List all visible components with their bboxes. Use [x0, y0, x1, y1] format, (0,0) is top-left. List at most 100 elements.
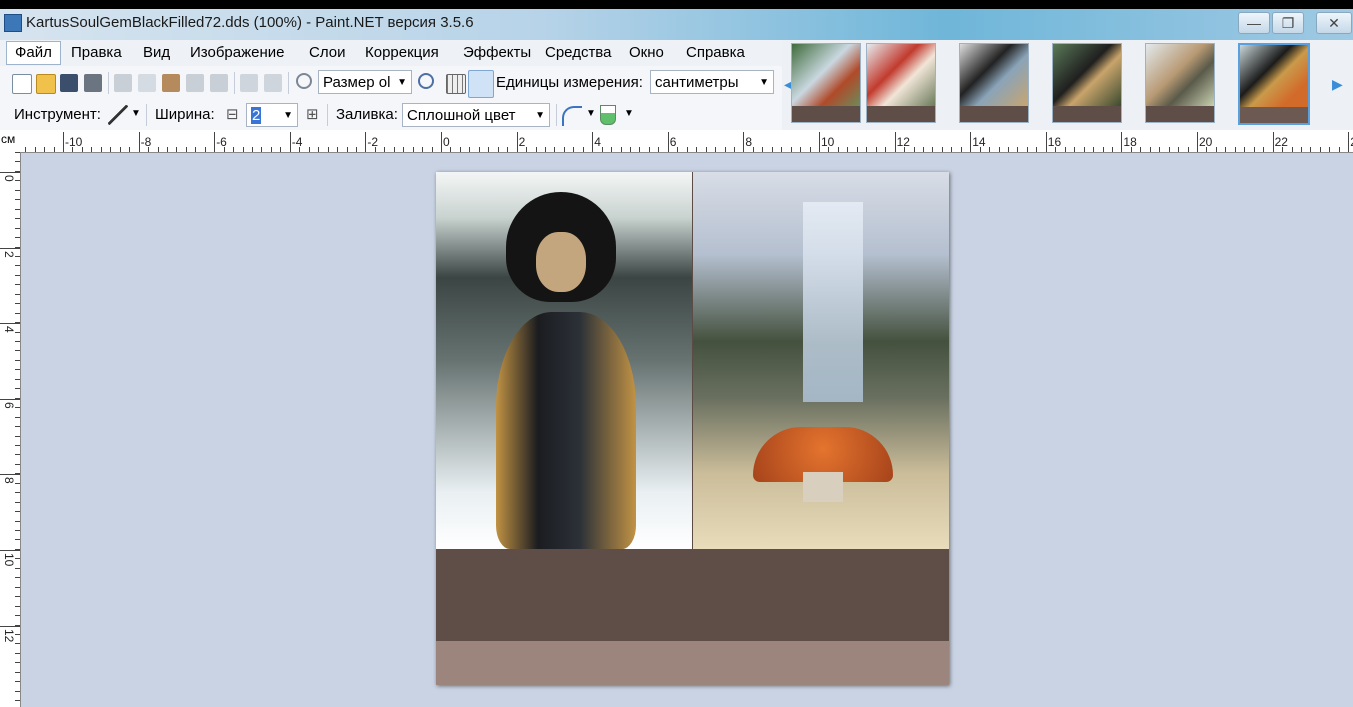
ruler-minor-tick: [1300, 147, 1302, 152]
ruler-minor-tick: [15, 255, 20, 257]
new-file-icon[interactable]: [12, 74, 32, 94]
grid-icon[interactable]: [446, 74, 466, 94]
ruler-minor-tick: [932, 147, 934, 152]
image-canvas[interactable]: [436, 172, 949, 685]
antialiasing-icon[interactable]: [562, 106, 582, 126]
menu-layers[interactable]: Слои: [309, 44, 345, 61]
ruler-label: -10: [65, 135, 83, 149]
copy-icon[interactable]: [138, 74, 156, 92]
ruler-minor-tick: [1348, 147, 1350, 152]
ruler-label: 6: [669, 135, 677, 149]
ruler-minor-tick: [1008, 147, 1009, 152]
chevron-down-icon[interactable]: ▼: [586, 108, 596, 119]
save-icon[interactable]: [60, 74, 78, 92]
ruler-minor-tick: [1121, 147, 1123, 152]
ruler-minor-tick: [459, 147, 461, 152]
ruler-minor-tick: [904, 147, 906, 152]
paste-icon[interactable]: [162, 74, 180, 92]
menu-window[interactable]: Окно: [629, 44, 664, 61]
ruler-minor-tick: [1130, 147, 1132, 152]
ruler-minor-tick: [214, 147, 216, 152]
menu-help[interactable]: Справка: [686, 44, 745, 61]
ruler-minor-tick: [1045, 147, 1047, 152]
ruler-minor-tick: [809, 147, 811, 152]
ruler-minor-tick: [1206, 147, 1208, 152]
ruler-minor-tick: [535, 147, 537, 152]
ruler-minor-tick: [15, 170, 20, 172]
width-increase-icon[interactable]: ⊞: [306, 105, 319, 123]
ruler-minor-tick: [15, 539, 20, 541]
ruler-minor-tick: [15, 284, 20, 286]
menu-edit[interactable]: Правка: [71, 44, 122, 61]
ruler-minor-tick: [15, 492, 20, 494]
thumbnail-image[interactable]: [1145, 43, 1215, 123]
width-decrease-icon[interactable]: ⊟: [226, 105, 239, 123]
thumbnail-image[interactable]: [959, 43, 1029, 123]
chevron-down-icon[interactable]: ▼: [624, 108, 634, 119]
separator: [146, 104, 147, 126]
rulers-toggle-icon[interactable]: [468, 70, 494, 98]
maximize-button[interactable]: ❐: [1272, 12, 1304, 34]
ruler-label: 0: [2, 175, 16, 182]
menu-effects[interactable]: Эффекты: [463, 44, 531, 61]
scroll-right-icon[interactable]: ▶: [1332, 76, 1343, 93]
menu-adjustments[interactable]: Коррекция: [365, 44, 439, 61]
figure-face: [536, 232, 586, 292]
ruler-minor-tick: [563, 147, 565, 152]
menu-image[interactable]: Изображение: [190, 44, 285, 61]
menu-file[interactable]: Файл: [6, 41, 61, 65]
main-toolbar: Размер ol ▼ Единицы измерения: сантиметры…: [0, 66, 790, 101]
menu-view[interactable]: Вид: [143, 44, 170, 61]
ruler-minor-tick: [15, 426, 20, 428]
cut-icon[interactable]: [114, 74, 132, 92]
zoom-in-icon[interactable]: [418, 73, 434, 89]
thumbnail-image-selected[interactable]: [1238, 43, 1310, 125]
ruler-minor-tick: [15, 331, 20, 333]
ruler-minor-tick: [1272, 147, 1274, 152]
minimize-button[interactable]: —: [1238, 12, 1270, 34]
ruler-label: -2: [367, 135, 379, 149]
thumbnail-image[interactable]: [1052, 43, 1122, 123]
ruler-minor-tick: [346, 147, 348, 152]
close-button[interactable]: ✕: [1316, 12, 1352, 34]
ruler-minor-tick: [15, 416, 20, 418]
ruler-minor-tick: [15, 511, 20, 513]
ruler-minor-tick: [15, 388, 20, 390]
ruler-minor-tick: [15, 473, 20, 475]
ruler-minor-tick: [1215, 147, 1217, 152]
zoom-out-icon[interactable]: [296, 73, 312, 89]
tool-options-bar: Инструмент: ▼ Ширина: ⊟ 2 ▼ ⊞ Заливка: Сп…: [0, 100, 790, 130]
print-icon[interactable]: [84, 74, 102, 92]
redo-icon[interactable]: [264, 74, 282, 92]
ruler-minor-tick: [1253, 147, 1255, 152]
width-input[interactable]: 2 ▼: [246, 103, 298, 127]
ruler-minor-tick: [15, 152, 20, 153]
zoom-dropdown[interactable]: Размер ol ▼: [318, 70, 412, 94]
fill-dropdown[interactable]: Сплошной цвет ▼: [402, 103, 550, 127]
ruler-minor-tick: [25, 147, 27, 152]
left-image-panel: [436, 172, 692, 549]
thumbnail-image[interactable]: [791, 43, 861, 123]
crop-icon[interactable]: [186, 74, 204, 92]
menu-tools[interactable]: Средства: [545, 44, 611, 61]
thumbnail-image[interactable]: [866, 43, 936, 123]
ruler-label: 4: [2, 326, 16, 333]
ruler-minor-tick: [15, 530, 20, 531]
ruler-minor-tick: [1187, 147, 1189, 152]
open-folder-icon[interactable]: [36, 74, 56, 94]
blend-mode-icon[interactable]: [600, 105, 616, 125]
app-icon: [4, 14, 22, 32]
brush-tool-icon[interactable]: [108, 105, 128, 125]
units-dropdown[interactable]: сантиметры ▼: [650, 70, 774, 94]
ruler-minor-tick: [1282, 147, 1284, 152]
deselect-icon[interactable]: [210, 74, 228, 92]
undo-icon[interactable]: [240, 74, 258, 92]
ruler-major-tick: [0, 550, 20, 551]
ruler-minor-tick: [119, 147, 121, 152]
chevron-down-icon[interactable]: ▼: [131, 108, 141, 119]
ruler-minor-tick: [1017, 147, 1019, 152]
ruler-minor-tick: [847, 147, 849, 152]
canvas-dark-band: [436, 549, 949, 641]
ruler-minor-tick: [1234, 147, 1236, 152]
ruler-minor-tick: [828, 147, 830, 152]
